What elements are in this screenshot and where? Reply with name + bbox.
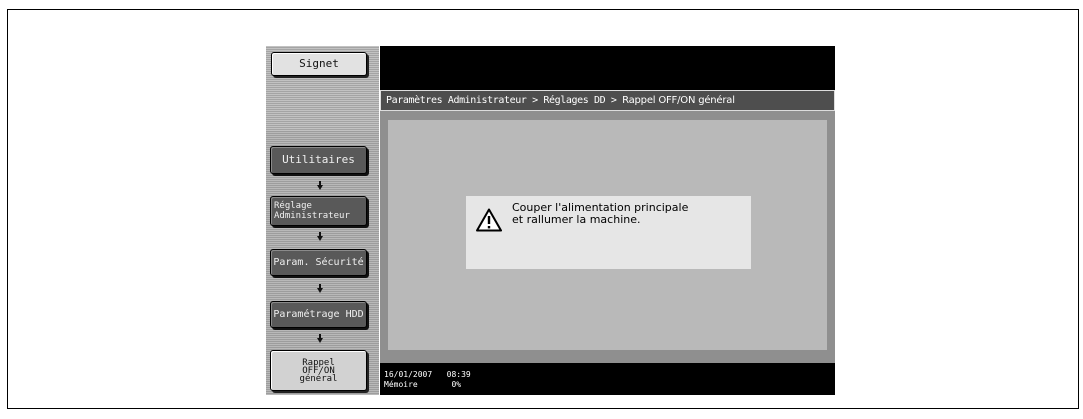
message-line-2: et rallumer la machine. (512, 213, 641, 226)
warning-icon (476, 208, 502, 232)
message-text: Couper l'alimentation principale et rall… (512, 202, 688, 226)
status-time: 08:39 (446, 370, 471, 379)
status-datetime: 16/01/2007 08:39 (384, 370, 471, 379)
utilities-button[interactable]: Utilitaires (270, 146, 367, 174)
power-off-on-reminder-label: Rappel OFF/ON général (299, 357, 338, 384)
down-arrow-icon (317, 334, 323, 343)
status-bar: 16/01/2007 08:39 Mémoire 0% (380, 363, 835, 395)
status-memory: Mémoire 0% (384, 380, 461, 389)
utilities-label: Utilitaires (282, 153, 355, 166)
down-arrow-icon (317, 232, 323, 241)
message-box: Couper l'alimentation principale et rall… (466, 196, 751, 269)
memory-label: Mémoire (384, 380, 418, 389)
breadcrumb-current: Rappel OFF/ON général (622, 95, 735, 106)
down-arrow-icon (317, 284, 323, 293)
bookmark-button[interactable]: Signet (271, 52, 367, 76)
hdd-settings-button[interactable]: Paramétrage HDD (270, 301, 367, 328)
admin-settings-label: Réglage Administrateur (274, 201, 350, 221)
breadcrumb-path: Paramètres Administrateur > Réglages DD … (386, 95, 623, 106)
security-settings-button[interactable]: Param. Sécurité (270, 249, 367, 276)
hdd-settings-label: Paramétrage HDD (273, 308, 364, 320)
top-message-bar (380, 46, 835, 90)
power-off-on-reminder-button[interactable]: Rappel OFF/ON général (270, 350, 367, 391)
breadcrumb: Paramètres Administrateur > Réglages DD … (380, 90, 835, 111)
status-date: 16/01/2007 (384, 370, 433, 379)
down-arrow-icon (317, 181, 323, 190)
security-settings-label: Param. Sécurité (273, 256, 364, 268)
memory-value: 0% (451, 380, 462, 389)
bookmark-button-label: Signet (299, 57, 339, 70)
admin-settings-button[interactable]: Réglage Administrateur (270, 196, 367, 226)
control-panel-screen: Signet Utilitaires Réglage Administrateu… (266, 46, 835, 395)
